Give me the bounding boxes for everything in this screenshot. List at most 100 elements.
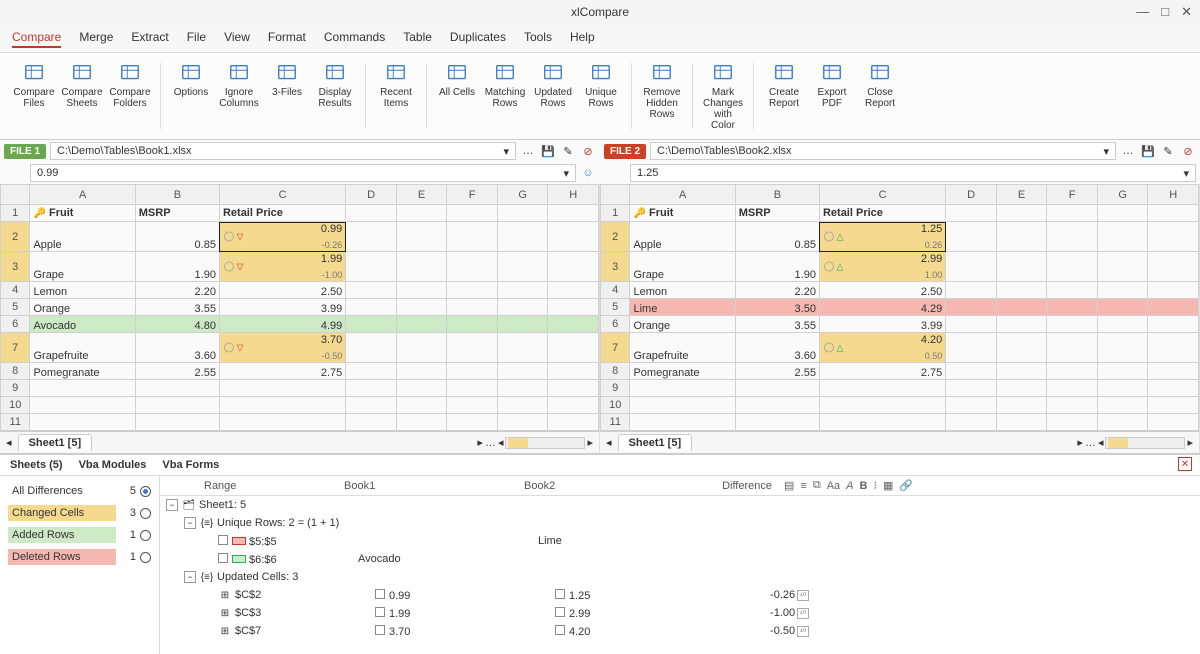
file2-clear-icon[interactable]: ⊘	[1180, 143, 1196, 159]
tree-row[interactable]: $5:$5 Lime	[160, 532, 1200, 550]
matching-rows-button[interactable]: MatchingRows	[481, 59, 529, 133]
radio-icon[interactable]	[140, 508, 151, 519]
row-header[interactable]: 11	[601, 414, 630, 431]
cell[interactable]: 2.55	[735, 363, 819, 380]
col-header[interactable]: G	[497, 185, 548, 205]
diff-cell[interactable]: ▽3.70-0.50	[219, 333, 345, 363]
cell[interactable]: Avocado	[30, 316, 135, 333]
summary-row[interactable]: Deleted Rows1	[0, 546, 159, 568]
row-header[interactable]: 1	[1, 205, 30, 222]
menu-table[interactable]: Table	[403, 28, 432, 48]
expand-icon[interactable]: −	[184, 517, 196, 529]
tool-color-icon[interactable]: ⁝	[873, 479, 877, 492]
close-button[interactable]: ✕	[1181, 4, 1192, 20]
file2-path[interactable]: C:\Demo\Tables\Book2.xlsx▾	[650, 142, 1116, 160]
col-header[interactable]: D	[346, 185, 397, 205]
file1-more-icon[interactable]: …	[520, 143, 536, 159]
cell[interactable]: 1.90	[735, 252, 819, 282]
row-header[interactable]: 4	[601, 282, 630, 299]
row-header[interactable]: 12	[1, 431, 30, 432]
bottom-tab[interactable]: Vba Modules	[79, 459, 147, 471]
col-header[interactable]: E	[396, 185, 447, 205]
cell[interactable]	[30, 414, 135, 431]
menu-file[interactable]: File	[187, 28, 206, 48]
row-header[interactable]: 8	[1, 363, 30, 380]
tree-row[interactable]: $6:$6 Avocado	[160, 550, 1200, 568]
tree-row[interactable]: − {≡} Updated Cells: 3	[160, 568, 1200, 586]
tree-row[interactable]: − {≡} Unique Rows: 2 = (1 + 1)	[160, 514, 1200, 532]
row-header[interactable]: 4	[1, 282, 30, 299]
cell[interactable]	[819, 380, 945, 397]
row-header[interactable]: 3	[1, 252, 30, 282]
diff-cell[interactable]: ▽0.99-0.26	[219, 222, 345, 252]
file2-save-icon[interactable]: 💾	[1140, 143, 1156, 159]
col-header[interactable]: G	[1097, 185, 1148, 205]
file2-formula-bar[interactable]: 1.25▾	[630, 164, 1196, 182]
tool-align-icon[interactable]: ≡	[800, 480, 806, 492]
col-header[interactable]: C	[819, 185, 945, 205]
cell[interactable]: 3.55	[735, 316, 819, 333]
row-header[interactable]: 11	[1, 414, 30, 431]
menu-view[interactable]: View	[224, 28, 250, 48]
radio-icon[interactable]	[140, 486, 151, 497]
cell[interactable]	[135, 380, 219, 397]
close-report-button[interactable]: CloseReport	[856, 59, 904, 133]
file1-edit-icon[interactable]: ✎	[560, 143, 576, 159]
cell[interactable]: 3.60	[135, 333, 219, 363]
cell[interactable]: Lime	[630, 299, 735, 316]
col-header[interactable]: D	[946, 185, 997, 205]
radio-icon[interactable]	[140, 530, 151, 541]
cell[interactable]	[630, 431, 735, 432]
cell[interactable]	[630, 380, 735, 397]
row-header[interactable]: 2	[1, 222, 30, 252]
cell[interactable]	[630, 414, 735, 431]
cell[interactable]: 3.55	[135, 299, 219, 316]
summary-row[interactable]: Added Rows1	[0, 524, 159, 546]
col-header[interactable]: H	[1148, 185, 1199, 205]
compare-files-button[interactable]: CompareFiles	[10, 59, 58, 133]
menu-commands[interactable]: Commands	[324, 28, 385, 48]
file1-clear-icon[interactable]: ⊘	[580, 143, 596, 159]
menu-extract[interactable]: Extract	[131, 28, 168, 48]
cell[interactable]: Lemon	[30, 282, 135, 299]
menu-help[interactable]: Help	[570, 28, 595, 48]
diff-cell[interactable]: △2.991.00	[819, 252, 945, 282]
col-header[interactable]: B	[735, 185, 819, 205]
tool-font-icon[interactable]: A	[846, 480, 853, 492]
file1-save-icon[interactable]: 💾	[540, 143, 556, 159]
ignore-columns-button[interactable]: IgnoreColumns	[215, 59, 263, 133]
bottom-tab[interactable]: Vba Forms	[162, 459, 219, 471]
cell[interactable]: Grape	[630, 252, 735, 282]
cell[interactable]: 4.80	[135, 316, 219, 333]
cell[interactable]: Orange	[30, 299, 135, 316]
col-header[interactable]: A	[30, 185, 135, 205]
create-report-button[interactable]: CreateReport	[760, 59, 808, 133]
col-header[interactable]: A	[630, 185, 735, 205]
menu-format[interactable]: Format	[268, 28, 306, 48]
tool-filter-icon[interactable]: ⧉	[813, 479, 821, 492]
cell[interactable]: 3.99	[219, 299, 345, 316]
cell[interactable]: 2.20	[735, 282, 819, 299]
cell[interactable]	[135, 397, 219, 414]
cell[interactable]: Orange	[630, 316, 735, 333]
menu-duplicates[interactable]: Duplicates	[450, 28, 506, 48]
menu-merge[interactable]: Merge	[79, 28, 113, 48]
maximize-button[interactable]: □	[1161, 4, 1169, 20]
col-header[interactable]: C	[219, 185, 345, 205]
cell[interactable]: Grapefruite	[30, 333, 135, 363]
summary-row[interactable]: All Differences5	[0, 480, 159, 502]
tree-row[interactable]: ⊞ $C$2 0.99 1.25 -0.26¹⁰	[160, 586, 1200, 604]
row-header[interactable]: 6	[601, 316, 630, 333]
updated-rows-button[interactable]: UpdatedRows	[529, 59, 577, 133]
tree-row[interactable]: ⊞ $C$3 1.99 2.99 -1.00¹⁰	[160, 604, 1200, 622]
cell[interactable]: 2.50	[219, 282, 345, 299]
cell[interactable]	[630, 397, 735, 414]
tree-row[interactable]: − 🗂 Sheet1: 5	[160, 496, 1200, 514]
cell[interactable]	[135, 431, 219, 432]
cell[interactable]: 2.20	[135, 282, 219, 299]
display-results-button[interactable]: DisplayResults	[311, 59, 359, 133]
row-header[interactable]: 9	[1, 380, 30, 397]
options-button[interactable]: Options	[167, 59, 215, 133]
cell[interactable]	[30, 397, 135, 414]
col-header[interactable]: F	[1047, 185, 1098, 205]
